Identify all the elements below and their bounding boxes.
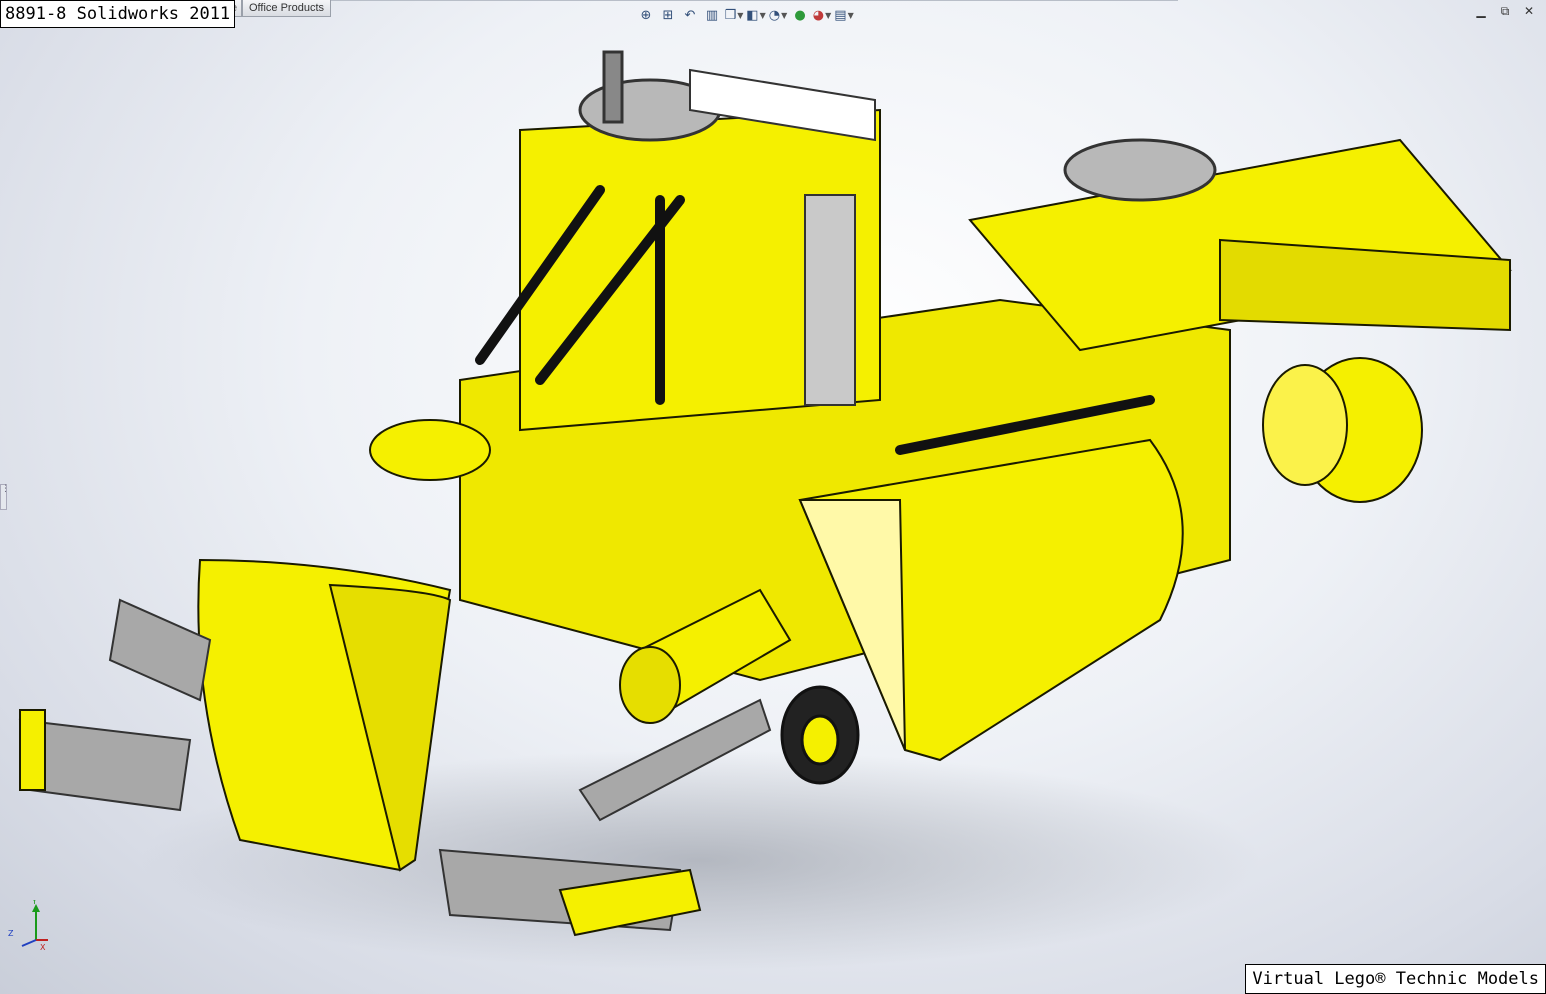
triad-x-label: X — [40, 943, 46, 952]
view-settings-icon: ▤ — [834, 7, 847, 23]
zoom-to-area-icon: ⊞ — [662, 7, 674, 23]
left-cylinder — [369, 419, 491, 481]
section-view-icon: ▥ — [705, 7, 719, 23]
document-window-controls: ▁ ⧉ ✕ — [1474, 4, 1536, 18]
chevron-down-icon: ▼ — [847, 10, 854, 20]
previous-view-button[interactable]: ↶ — [680, 4, 700, 26]
tab-office-products[interactable]: Office Products — [242, 0, 331, 17]
view-settings-button[interactable]: ▤ ▼ — [834, 4, 854, 26]
right-wheel — [1262, 357, 1423, 503]
view-orientation-icon: ❒ — [724, 7, 737, 23]
top-rule — [228, 0, 1178, 1]
graphics-area[interactable]: e Office Products 8891-8 Solidworks 2011… — [0, 0, 1546, 994]
reference-triad: Y Z X — [8, 900, 48, 952]
chevron-down-icon: ▼ — [737, 10, 744, 20]
previous-view-icon: ↶ — [684, 7, 696, 23]
small-wheel — [780, 685, 860, 785]
chevron-down-icon: ▼ — [781, 10, 788, 20]
chevron-down-icon: ▼ — [825, 10, 832, 20]
lego-technic-model[interactable] — [0, 0, 1546, 994]
apply-scene-icon: ◕ — [812, 7, 825, 23]
hide-show-items-icon: ◔ — [768, 7, 781, 23]
edit-appearance-button[interactable]: ● — [790, 4, 810, 26]
restore-icon[interactable]: ⧉ — [1498, 4, 1512, 18]
triad-z-label: Z — [8, 929, 14, 938]
display-style-button[interactable]: ◧ ▼ — [746, 4, 766, 26]
close-icon[interactable]: ✕ — [1522, 4, 1536, 18]
zoom-to-fit-button[interactable]: ⊕ — [636, 4, 656, 26]
hide-show-items-button[interactable]: ◔ ▼ — [768, 4, 788, 26]
apply-scene-button[interactable]: ◕ ▼ — [812, 4, 832, 26]
heads-up-view-toolbar: ⊕ ⊞ ↶ ▥ ❒ ▼ ◧ ▼ ◔ ▼ ● ◕ ▼ ▤ ▼ — [636, 2, 854, 28]
section-view-button[interactable]: ▥ — [702, 4, 722, 26]
watermark-label: Virtual Lego® Technic Models — [1245, 964, 1546, 994]
view-orientation-button[interactable]: ❒ ▼ — [724, 4, 744, 26]
edit-appearance-icon: ● — [794, 7, 806, 23]
grey-pillar — [804, 194, 856, 406]
triad-y-label: Y — [31, 900, 37, 906]
chevron-down-icon: ▼ — [759, 10, 766, 20]
front-bucket — [197, 558, 452, 872]
display-style-icon: ◧ — [746, 7, 759, 23]
zoom-to-fit-icon: ⊕ — [640, 7, 652, 23]
panel-collapse-handle[interactable]: ⋮ — [0, 484, 10, 510]
model-title-label: 8891-8 Solidworks 2011 — [0, 0, 236, 28]
zoom-to-area-button[interactable]: ⊞ — [658, 4, 678, 26]
minimize-icon[interactable]: ▁ — [1474, 4, 1488, 18]
task-tabs: e Office Products — [228, 0, 331, 18]
